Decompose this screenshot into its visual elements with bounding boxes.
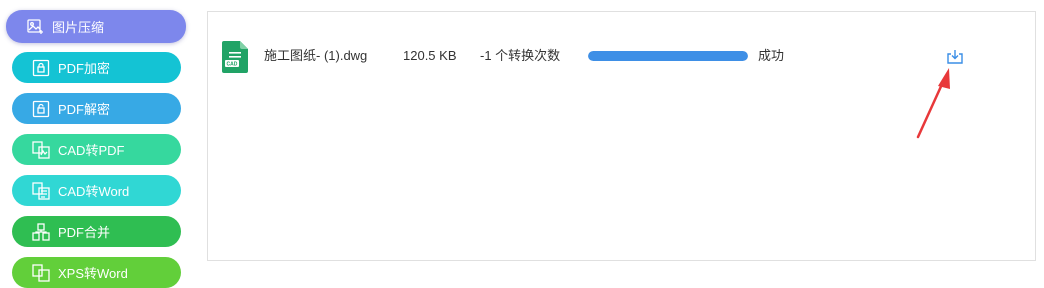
pdf-lock-icon <box>32 59 50 77</box>
sidebar-item-label: PDF合并 <box>58 225 111 240</box>
status-text: 成功 <box>758 48 785 63</box>
sidebar-item-label: XPS转Word <box>58 266 128 281</box>
progress-fill <box>588 51 748 61</box>
sidebar-item-label: PDF加密 <box>58 61 111 76</box>
pdf-unlock-icon <box>32 100 50 118</box>
cad-to-word-icon <box>32 181 50 200</box>
image-compress-icon <box>26 18 44 36</box>
remaining-conversions: -1 个转换次数 <box>480 48 561 63</box>
xps-to-word-icon <box>32 263 50 282</box>
sidebar-item-label: 图片压缩 <box>52 20 105 35</box>
annotation-arrow-icon <box>916 68 950 139</box>
sidebar-item-cad-to-word[interactable]: CAD转Word <box>12 175 181 206</box>
sidebar-item-image-compress[interactable]: 图片压缩 <box>6 10 186 43</box>
sidebar-item-xps-to-word[interactable]: XPS转Word <box>12 257 181 288</box>
sidebar-item-pdf-decrypt[interactable]: PDF解密 <box>12 93 181 124</box>
cad-to-pdf-icon <box>32 140 50 159</box>
download-icon[interactable] <box>946 49 964 65</box>
svg-text:CAD: CAD <box>227 62 238 68</box>
file-size: 120.5 KB <box>403 48 457 63</box>
file-name: 施工图纸- (1).dwg <box>264 48 368 63</box>
sidebar-item-cad-to-pdf[interactable]: CAD转PDF <box>12 134 181 165</box>
sidebar-item-pdf-merge[interactable]: PDF合并 <box>12 216 181 247</box>
sidebar: 图片压缩 PDF加密 PDF解密 CAD转PDF CAD转Word PDF合并 <box>0 0 195 288</box>
sidebar-item-label: CAD转PDF <box>58 143 125 158</box>
sidebar-item-label: PDF解密 <box>58 102 111 117</box>
sidebar-item-label: CAD转Word <box>58 184 130 199</box>
sidebar-item-pdf-encrypt[interactable]: PDF加密 <box>12 52 181 83</box>
progress-bar <box>588 51 748 61</box>
cad-file-icon: CAD <box>222 41 248 73</box>
pdf-merge-icon <box>32 222 50 241</box>
